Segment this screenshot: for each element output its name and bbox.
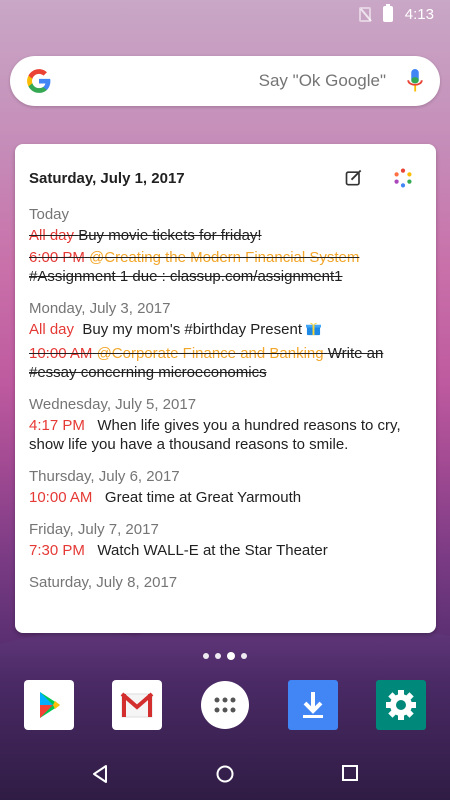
day-label: Friday, July 7, 2017 <box>29 521 159 538</box>
event-time: 10:00 AM <box>29 489 93 506</box>
event-time: 4:17 PM <box>29 417 85 434</box>
event-item[interactable]: 6:00 PM @Creating the Modern Financial S… <box>29 248 422 286</box>
google-logo-icon <box>27 69 51 93</box>
page-indicator[interactable] <box>0 652 450 660</box>
search-hint: Say "Ok Google" <box>258 71 386 90</box>
day-group: Friday, July 7, 2017 7:30 PM Watch WALL-… <box>29 521 422 560</box>
event-text: Buy my mom's #birthday Present <box>82 321 302 338</box>
day-group: Saturday, July 8, 2017 <box>29 574 422 591</box>
event-calendar: @Creating the Modern Financial System <box>89 249 360 266</box>
event-text: Buy movie tickets for friday! <box>78 227 262 244</box>
downloads-icon[interactable] <box>288 680 338 730</box>
day-label: Thursday, July 6, 2017 <box>29 468 180 485</box>
day-label: Wednesday, July 5, 2017 <box>29 396 197 413</box>
day-group: Wednesday, July 5, 2017 4:17 PM When lif… <box>29 396 422 454</box>
day-group: Today All day Buy movie tickets for frid… <box>29 206 422 286</box>
google-search-bar[interactable]: Say "Ok Google" <box>10 56 440 106</box>
battery-icon <box>382 4 393 22</box>
day-group: Thursday, July 6, 2017 10:00 AM Great ti… <box>29 468 422 507</box>
event-time: All day <box>29 321 75 338</box>
event-item[interactable]: 10:00 AM @Corporate Finance and Banking … <box>29 344 422 382</box>
page-dot <box>203 653 209 659</box>
microphone-icon[interactable] <box>406 68 424 94</box>
day-label: Monday, July 3, 2017 <box>29 300 171 317</box>
navigation-bar <box>0 748 450 800</box>
day-label: Today <box>29 206 70 223</box>
add-event-icon[interactable] <box>344 168 364 188</box>
day-label: Saturday, July 8, 2017 <box>29 574 178 591</box>
event-item[interactable]: 4:17 PM When life gives you a hundred re… <box>29 416 422 454</box>
event-text: Great time at Great Yarmouth <box>104 489 302 506</box>
event-text: Watch WALL-E at the Star Theater <box>97 542 328 559</box>
day-group: Monday, July 3, 2017 All day Buy my mom'… <box>29 300 422 382</box>
play-store-icon[interactable] <box>24 680 74 730</box>
event-text: #Assignment 1 due : classup.com/assignme… <box>29 268 343 285</box>
settings-icon[interactable] <box>376 680 426 730</box>
event-calendar: @Corporate Finance and Banking <box>96 345 324 362</box>
gmail-icon[interactable] <box>112 680 162 730</box>
back-icon[interactable] <box>90 764 110 784</box>
event-time: 7:30 PM <box>29 542 85 559</box>
event-item[interactable]: 7:30 PM Watch WALL-E at the Star Theater <box>29 541 422 560</box>
event-text: When life gives you a hundred reasons to… <box>29 417 401 453</box>
page-dot <box>215 653 221 659</box>
gift-icon <box>306 322 322 336</box>
calendar-widget[interactable]: Saturday, July 1, 2017 Today All day Buy… <box>15 144 436 633</box>
event-item[interactable]: 10:00 AM Great time at Great Yarmouth <box>29 488 422 507</box>
page-dot <box>241 653 247 659</box>
app-drawer-icon[interactable] <box>200 680 250 730</box>
status-bar: 4:13 <box>0 0 450 28</box>
event-item[interactable]: All day Buy my mom's #birthday Present <box>29 320 422 339</box>
page-dot-active <box>227 652 235 660</box>
status-time: 4:13 <box>404 5 434 23</box>
event-time: 6:00 PM <box>29 249 85 266</box>
event-time: 10:00 AM <box>29 345 93 362</box>
event-time: All day <box>29 227 75 244</box>
recents-icon[interactable] <box>341 764 359 782</box>
event-item[interactable]: All day Buy movie tickets for friday! <box>29 226 422 245</box>
app-dock <box>0 680 450 732</box>
no-sim-icon <box>358 6 371 22</box>
widget-date-title: Saturday, July 1, 2017 <box>29 169 185 187</box>
settings-dots-icon[interactable] <box>392 167 414 189</box>
home-icon[interactable] <box>215 764 235 784</box>
